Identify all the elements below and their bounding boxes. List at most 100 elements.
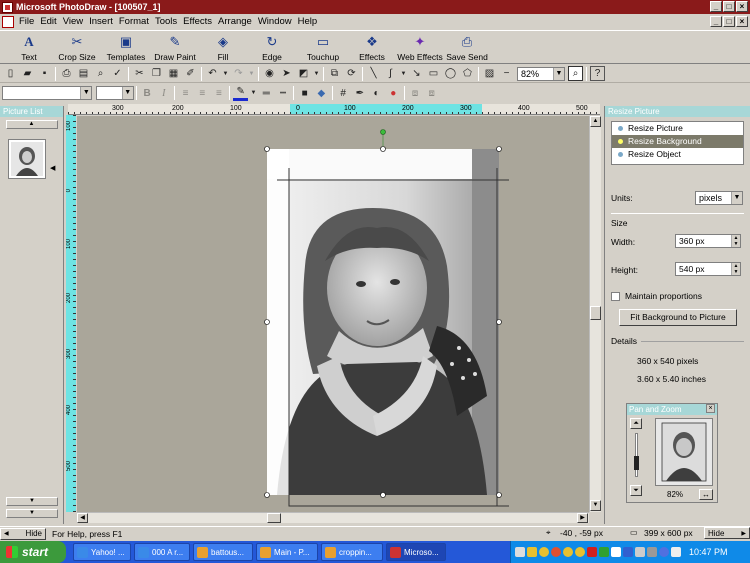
maintain-proportions-checkbox[interactable] — [611, 291, 620, 301]
picture-thumbnail[interactable] — [8, 139, 46, 179]
width-spinner-icon[interactable]: ▲ ▼ — [731, 235, 740, 247]
eyedropper-icon[interactable]: ✒ — [352, 86, 367, 101]
horizontal-scrollbar[interactable]: ◀ ▶ — [77, 512, 589, 523]
menu-effects[interactable]: Effects — [180, 16, 215, 27]
touchup-button[interactable]: ▭ Touchup — [298, 31, 348, 64]
font-dropdown-icon[interactable]: ▼ — [80, 87, 92, 99]
text-button[interactable]: A Text — [6, 31, 52, 64]
taskbar-item-battous[interactable]: battous... — [193, 543, 253, 561]
menu-view[interactable]: View — [60, 16, 86, 27]
ellipse-icon[interactable]: ◯ — [443, 66, 458, 81]
hide-workpane-button[interactable]: Hide ▶ — [704, 527, 750, 539]
redo-dropdown-icon[interactable]: ▼ — [248, 66, 255, 81]
units-dropdown-icon[interactable]: ▼ — [731, 192, 742, 204]
redo-icon[interactable]: ↷ — [231, 66, 246, 81]
pan-zoom-preview[interactable] — [655, 418, 713, 486]
taskbar-item-yahoo[interactable]: Yahoo! ... — [73, 543, 131, 561]
crop-size-button[interactable]: ✂ Crop Size — [52, 31, 102, 64]
line-icon[interactable]: ╲ — [366, 66, 381, 81]
start-button[interactable]: start — [0, 541, 66, 563]
align-right-icon[interactable]: ≡ — [212, 86, 227, 101]
line-style-icon[interactable]: ═ — [259, 86, 274, 101]
option-resize-picture[interactable]: Resize Picture — [612, 122, 743, 135]
document-icon[interactable] — [2, 15, 14, 28]
bold-icon[interactable]: B — [140, 86, 155, 101]
effects-button[interactable]: ❖ Effects — [348, 31, 396, 64]
save-icon[interactable]: ▪ — [37, 66, 52, 81]
rectangle-icon[interactable]: ▭ — [426, 66, 441, 81]
italic-icon[interactable]: I — [156, 86, 171, 101]
horizontal-scroll-thumb[interactable] — [267, 513, 281, 523]
crop-tool-icon[interactable]: # — [336, 86, 351, 101]
zoom-combo[interactable]: 82% ▼ — [517, 66, 565, 81]
fit-to-window-icon[interactable]: ↔ — [699, 489, 713, 500]
tray-app-icon[interactable] — [527, 547, 537, 557]
height-spinner-icon[interactable]: ▲ ▼ — [731, 263, 740, 275]
minimize-button[interactable]: _ — [710, 1, 722, 12]
tray-smiley-icon[interactable] — [539, 547, 549, 557]
distribute-icon[interactable]: ⧈ — [424, 86, 439, 101]
undo-icon[interactable]: ↶ — [205, 66, 220, 81]
tray-app-icon[interactable] — [659, 547, 669, 557]
doc-minimize-button[interactable]: _ — [710, 16, 722, 27]
close-button[interactable]: × — [736, 1, 748, 12]
preview-icon[interactable]: ⌕ — [93, 66, 108, 81]
web-icon[interactable]: ◉ — [262, 66, 277, 81]
save-send-button[interactable]: ⎙ Save Send — [444, 31, 490, 64]
menu-window[interactable]: Window — [255, 16, 295, 27]
group-icon[interactable]: ⧉ — [327, 66, 342, 81]
font-combo[interactable]: ▼ — [2, 86, 93, 100]
doc-close-button[interactable]: × — [736, 16, 748, 27]
option-resize-object[interactable]: Resize Object — [612, 148, 743, 161]
font-size-combo[interactable]: ▼ — [96, 86, 134, 100]
picture-list-icon[interactable]: ▨ — [482, 66, 497, 81]
line-color-icon[interactable]: ✎ — [233, 86, 249, 101]
option-resize-background[interactable]: Resize Background — [612, 135, 743, 148]
tray-smiley-icon[interactable] — [551, 547, 561, 557]
tray-app-icon[interactable] — [599, 547, 609, 557]
tray-smiley-icon[interactable] — [563, 547, 573, 557]
3d-icon[interactable]: ◆ — [314, 86, 329, 101]
cut-icon[interactable]: ✂ — [132, 66, 147, 81]
zoom-dropdown-icon[interactable]: ▼ — [553, 67, 564, 80]
scroll-down-icon[interactable]: ▼ — [590, 500, 601, 511]
scroll-up-icon[interactable]: ▲ — [590, 116, 601, 127]
align-objects-icon[interactable]: ⧈ — [408, 86, 423, 101]
undo-dropdown-icon[interactable]: ▼ — [222, 66, 229, 81]
autoshape-icon[interactable]: ⬠ — [460, 66, 475, 81]
templates-button[interactable]: ▣ Templates — [102, 31, 150, 64]
menu-tools[interactable]: Tools — [152, 16, 180, 27]
open-icon[interactable]: ▰ — [20, 66, 35, 81]
picture-list-scroll-bottom[interactable]: ▼ — [6, 509, 58, 518]
rotate-icon[interactable]: ⟳ — [344, 66, 359, 81]
tray-app-icon[interactable] — [587, 547, 597, 557]
menu-insert[interactable]: Insert — [86, 16, 116, 27]
font-size-dropdown-icon[interactable]: ▼ — [121, 87, 133, 99]
fill-bucket-icon[interactable]: ◩ — [296, 66, 311, 81]
paste-icon[interactable]: ▦ — [166, 66, 181, 81]
zoom-out-icon[interactable]: − — [499, 66, 514, 81]
shadow-icon[interactable]: ■ — [297, 86, 312, 101]
copy-icon[interactable]: ❐ — [149, 66, 164, 81]
align-left-icon[interactable]: ≡ — [178, 86, 193, 101]
pointer-icon[interactable]: ➤ — [279, 66, 294, 81]
menu-help[interactable]: Help — [295, 16, 321, 27]
doc-restore-button[interactable]: □ — [723, 16, 735, 27]
line-color-dropdown-icon[interactable]: ▼ — [250, 86, 257, 101]
color-balance-icon[interactable]: ● — [386, 86, 401, 101]
tray-volume-icon[interactable] — [671, 547, 681, 557]
fill-button[interactable]: ◈ Fill — [200, 31, 246, 64]
scroll-left-icon[interactable]: ◀ — [77, 513, 88, 523]
edge-button[interactable]: ↻ Edge — [246, 31, 298, 64]
height-input[interactable]: 540 px ▲ ▼ — [675, 262, 741, 276]
help-icon[interactable]: ? — [590, 66, 605, 81]
width-input[interactable]: 360 px ▲ ▼ — [675, 234, 741, 248]
photo[interactable] — [267, 149, 499, 495]
picture-list-scroll-up[interactable]: ▲ — [5, 120, 58, 129]
scan-icon[interactable]: ▤ — [76, 66, 91, 81]
dash-style-icon[interactable]: ┅ — [276, 86, 291, 101]
taskbar-item-photodraw[interactable]: Microso... — [386, 543, 446, 561]
tray-app-icon[interactable] — [623, 547, 633, 557]
tray-app-icon[interactable] — [611, 547, 621, 557]
zoom-in-icon[interactable]: ⏶ — [630, 418, 642, 429]
